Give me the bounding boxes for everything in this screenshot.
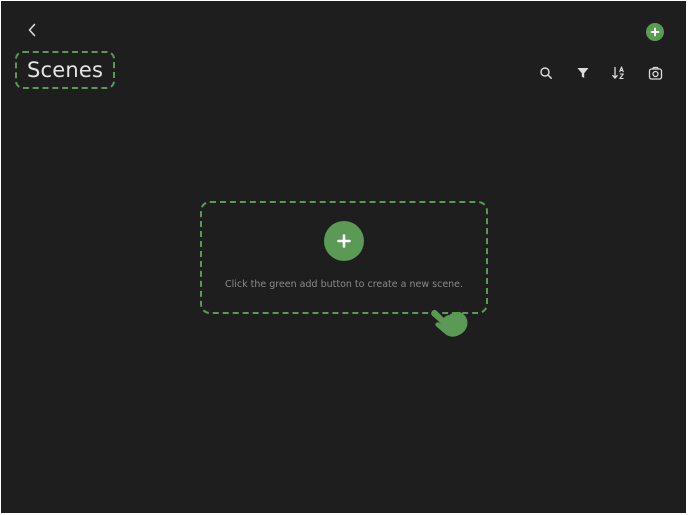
- camera-icon: [648, 66, 662, 80]
- plus-icon: [337, 234, 351, 248]
- sort-button[interactable]: [610, 64, 628, 82]
- filter-icon: [577, 68, 589, 78]
- plus-icon: [650, 27, 660, 37]
- search-icon: [540, 67, 552, 79]
- create-scene-button[interactable]: [324, 221, 364, 261]
- page-title: Scenes: [27, 58, 104, 82]
- chevron-left-icon: [28, 23, 36, 37]
- filter-button[interactable]: [574, 64, 592, 82]
- empty-state-hint: Click the green add button to create a n…: [224, 279, 464, 290]
- sort-az-icon: [612, 66, 624, 80]
- back-button[interactable]: [23, 21, 41, 39]
- hand-pointer-icon: [431, 309, 468, 337]
- camera-button[interactable]: [646, 64, 664, 82]
- search-button[interactable]: [537, 64, 555, 82]
- add-scene-button[interactable]: [646, 23, 664, 41]
- scenes-screen: Scenes Click the green add button to cre…: [1, 1, 686, 513]
